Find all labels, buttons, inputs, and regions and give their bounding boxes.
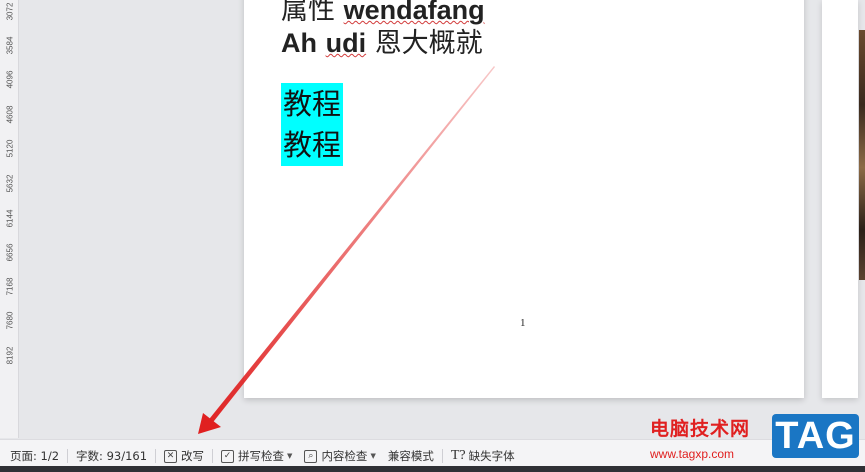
missing-fonts-button[interactable]: T? 缺失字体 [445,445,521,467]
spell-check-button[interactable]: ✓ 拼写检查 ▼ [215,445,298,467]
text-line[interactable]: Ah udi 恩大概就 [281,26,483,61]
magnifier-icon: ⌕ [304,449,318,463]
highlighted-text[interactable]: 教程 [281,124,344,166]
ruler-tick: 8192 [5,346,15,364]
overwrite-toggle[interactable]: ✕ 改写 [158,445,210,467]
vertical-ruler[interactable]: 3072 3584 4096 4608 5120 5632 6144 6656 … [0,0,19,438]
text-run-bold: wendafang [343,0,485,25]
caret-down-icon: ▼ [370,452,376,460]
word-count[interactable]: 字数: 93/161 [70,445,153,467]
ruler-tick: 7680 [5,311,15,329]
text-run-misspelled: udi [325,28,367,58]
caret-down-icon: ▼ [287,452,293,460]
watermark-site-name: 电脑技术网 [650,418,751,440]
next-page-edge[interactable] [822,0,858,398]
divider [155,449,157,463]
document-page[interactable]: 属性 wendafang Ah udi 恩大概就 教程 教程 1 [244,0,804,398]
compat-mode-label[interactable]: 兼容模式 [382,445,440,467]
image-edge [859,30,865,280]
text-run-cjk: 属性 [281,0,335,26]
taskbar-strip [0,466,865,472]
divider [441,449,443,463]
divider [212,449,214,463]
missing-font-icon: T? [450,448,466,463]
watermark-url: www.tagxp.com [650,447,735,461]
ruler-tick: 5120 [5,139,15,157]
checkbox-check-icon: ✓ [221,449,235,463]
overwrite-icon: ✕ [164,449,178,463]
watermark-tag-logo: TAG [772,414,859,458]
highlighted-text[interactable]: 教程 [281,83,344,125]
text-run-bold: Ah [281,28,317,58]
content-check-button[interactable]: ⌕ 内容检查 ▼ [298,445,381,467]
text-line-partial[interactable]: 属性 wendafang [281,0,485,27]
arrow-head [198,413,221,434]
page-number: 1 [520,317,526,329]
page-indicator[interactable]: 页面: 1/2 [4,445,65,467]
ruler-tick: 5632 [5,174,15,192]
divider [67,449,69,463]
text-run-cjk: 恩大概就 [374,28,483,59]
ruler-tick: 4096 [5,70,15,88]
